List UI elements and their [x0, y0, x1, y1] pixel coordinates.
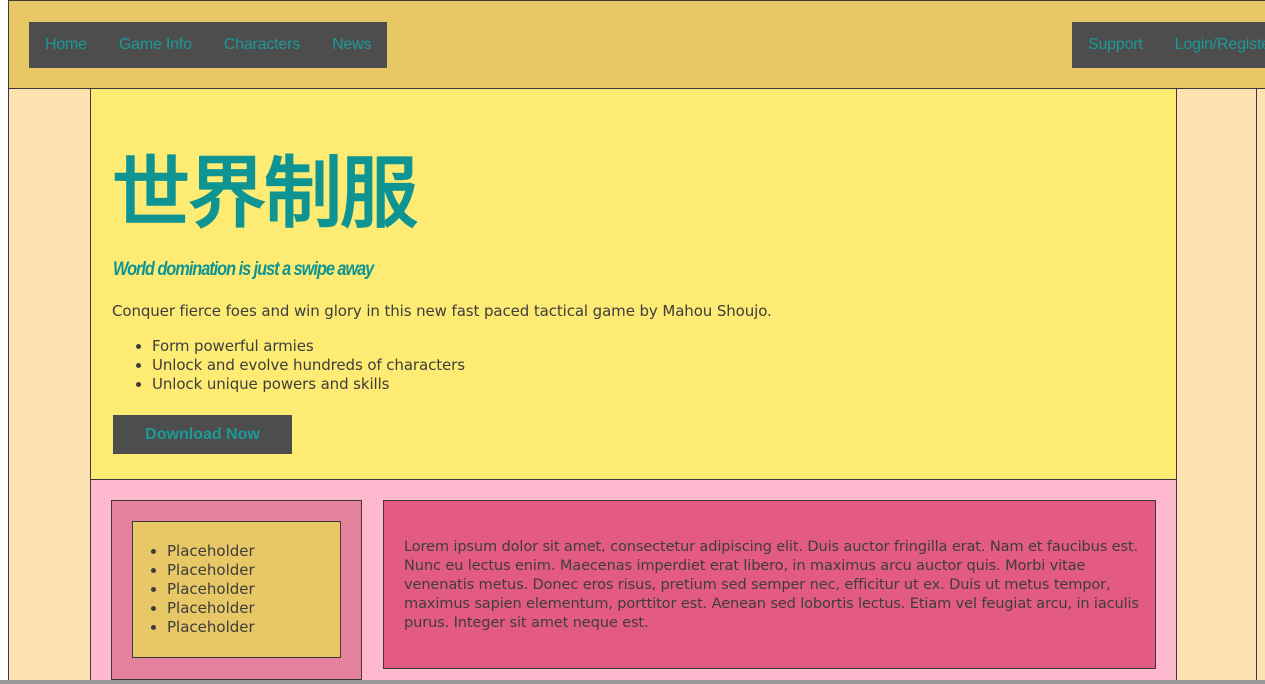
primary-nav: Home Game Info Characters News: [29, 22, 388, 68]
secondary-nav: Support Login/Register: [1072, 22, 1265, 68]
content-panel: Lorem ipsum dolor sit amet, consectetur …: [383, 500, 1156, 669]
sidebar-inner-box: Placeholder Placeholder Placeholder Plac…: [132, 521, 341, 658]
download-now-button[interactable]: Download Now: [113, 415, 292, 454]
sidebar-panel: Placeholder Placeholder Placeholder Plac…: [111, 500, 362, 680]
hero-section: 世界制服 World domination is just a swipe aw…: [91, 89, 1176, 480]
hero-description: Conquer fierce foes and win glory in thi…: [112, 302, 772, 320]
nav-link-login-register[interactable]: Login/Register: [1159, 22, 1265, 68]
nav-link-support[interactable]: Support: [1072, 22, 1159, 68]
nav-link-game-info[interactable]: Game Info: [103, 22, 208, 68]
content-paragraph: Lorem ipsum dolor sit amet, consectetur …: [404, 538, 1139, 631]
bottom-edge: [0, 680, 1265, 684]
site-header: Home Game Info Characters News Support L…: [9, 1, 1265, 89]
lower-section: Placeholder Placeholder Placeholder Plac…: [91, 480, 1176, 684]
main-column: 世界制服 World domination is just a swipe aw…: [90, 89, 1177, 684]
list-item: Placeholder: [167, 618, 255, 637]
feature-item: Unlock unique powers and skills: [152, 375, 465, 394]
feature-item: Unlock and evolve hundreds of characters: [152, 356, 465, 375]
feature-item: Form powerful armies: [152, 337, 465, 356]
list-item: Placeholder: [167, 542, 255, 561]
list-item: Placeholder: [167, 580, 255, 599]
right-divider: [1256, 89, 1257, 684]
list-item: Placeholder: [167, 599, 255, 618]
hero-tagline: World domination is just a swipe away: [113, 259, 374, 280]
nav-link-news[interactable]: News: [316, 22, 387, 68]
page-frame: Home Game Info Characters News Support L…: [8, 0, 1265, 684]
placeholder-list: Placeholder Placeholder Placeholder Plac…: [167, 542, 255, 637]
feature-list: Form powerful armies Unlock and evolve h…: [152, 337, 465, 394]
list-item: Placeholder: [167, 561, 255, 580]
hero-title: 世界制服: [112, 149, 418, 239]
nav-link-characters[interactable]: Characters: [208, 22, 316, 68]
nav-link-home[interactable]: Home: [29, 22, 103, 68]
